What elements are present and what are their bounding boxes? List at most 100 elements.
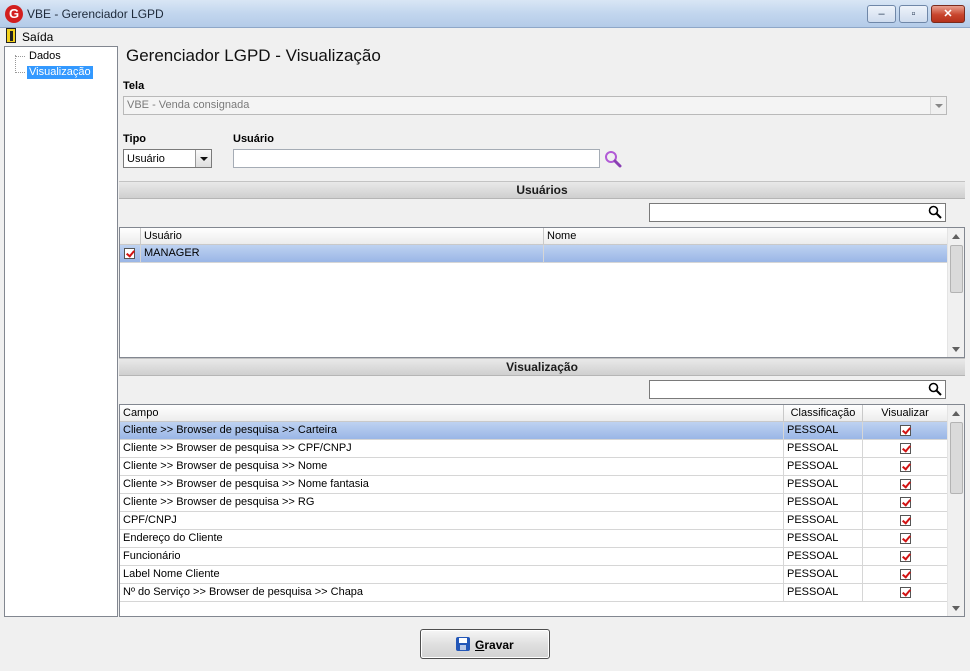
- table-row[interactable]: Cliente >> Browser de pesquisa >> Nome f…: [120, 476, 948, 494]
- table-row[interactable]: Funcionário PESSOAL: [120, 548, 948, 566]
- scroll-thumb[interactable]: [950, 422, 963, 494]
- cell-classificacao: PESSOAL: [784, 512, 863, 530]
- tipo-label: Tipo: [123, 133, 147, 145]
- cell-classificacao: PESSOAL: [784, 584, 863, 602]
- cell-visualizar[interactable]: [863, 458, 948, 476]
- navigation-tree: Dados Visualização: [4, 46, 118, 617]
- menu-exit[interactable]: Saída: [22, 30, 53, 44]
- tree-item-visualizacao[interactable]: Visualização: [27, 66, 93, 79]
- cell-visualizar[interactable]: [863, 476, 948, 494]
- tela-select[interactable]: VBE - Venda consignada: [123, 96, 947, 115]
- cell-campo: CPF/CNPJ: [120, 512, 784, 530]
- tipo-value: Usuário: [127, 153, 165, 165]
- visualizacao-section-header: Visualização: [119, 358, 965, 376]
- cell-usuario: MANAGER: [141, 245, 544, 263]
- visualizar-checkbox[interactable]: [900, 569, 911, 580]
- chevron-down-icon[interactable]: [930, 97, 946, 114]
- usuarios-filter-input[interactable]: [649, 203, 946, 222]
- cell-visualizar[interactable]: [863, 512, 948, 530]
- cell-classificacao: PESSOAL: [784, 440, 863, 458]
- cell-campo: Label Nome Cliente: [120, 566, 784, 584]
- usuario-input[interactable]: [233, 149, 600, 168]
- floppy-disk-icon: [456, 637, 470, 651]
- save-label-rest: ravar: [484, 638, 514, 652]
- grid-header-nome[interactable]: Nome: [544, 228, 948, 245]
- cell-visualizar[interactable]: [863, 530, 948, 548]
- cell-visualizar[interactable]: [863, 548, 948, 566]
- tela-value: VBE - Venda consignada: [127, 99, 250, 111]
- search-icon[interactable]: [928, 382, 942, 396]
- cell-classificacao: PESSOAL: [784, 530, 863, 548]
- tela-label: Tela: [123, 80, 145, 92]
- visualizar-checkbox[interactable]: [900, 551, 911, 562]
- save-button[interactable]: Gravar: [420, 629, 550, 659]
- visualizar-checkbox[interactable]: [900, 479, 911, 490]
- minimize-button[interactable]: –: [867, 5, 896, 23]
- cell-campo: Cliente >> Browser de pesquisa >> Nome f…: [120, 476, 784, 494]
- cell-visualizar[interactable]: [863, 494, 948, 512]
- cell-visualizar[interactable]: [863, 566, 948, 584]
- scroll-down-icon[interactable]: [952, 606, 960, 611]
- grid-header-classificacao[interactable]: Classificação: [784, 405, 863, 422]
- visualizar-checkbox[interactable]: [900, 425, 911, 436]
- window-title: VBE - Gerenciador LGPD: [27, 7, 164, 21]
- grid-header-check: [120, 228, 141, 245]
- visualizacao-filter-input[interactable]: [649, 380, 946, 399]
- exit-door-icon[interactable]: [6, 28, 16, 43]
- page-title: Gerenciador LGPD - Visualização: [126, 46, 381, 65]
- usuario-label: Usuário: [233, 133, 274, 145]
- search-icon[interactable]: [604, 150, 622, 168]
- scroll-down-icon[interactable]: [952, 347, 960, 352]
- table-row[interactable]: CPF/CNPJ PESSOAL: [120, 512, 948, 530]
- visualizar-checkbox[interactable]: [900, 587, 911, 598]
- maximize-button[interactable]: ▫: [899, 5, 928, 23]
- cell-classificacao: PESSOAL: [784, 548, 863, 566]
- grid-header-campo[interactable]: Campo: [120, 405, 784, 422]
- visualizar-checkbox[interactable]: [900, 515, 911, 526]
- row-checkbox-cell[interactable]: [120, 245, 141, 263]
- save-accelerator-letter: G: [475, 638, 485, 652]
- cell-campo: Cliente >> Browser de pesquisa >> Nome: [120, 458, 784, 476]
- table-row[interactable]: Cliente >> Browser de pesquisa >> Cartei…: [120, 422, 948, 440]
- table-row[interactable]: Nº do Serviço >> Browser de pesquisa >> …: [120, 584, 948, 602]
- tree-item-dados[interactable]: Dados: [27, 50, 63, 63]
- cell-visualizar[interactable]: [863, 422, 948, 440]
- tree-connector: [15, 72, 25, 73]
- close-button[interactable]: ✕: [931, 5, 965, 23]
- grid-header-visualizar[interactable]: Visualizar: [863, 405, 948, 422]
- cell-classificacao: PESSOAL: [784, 566, 863, 584]
- vertical-scrollbar[interactable]: [947, 405, 964, 616]
- visualizar-checkbox[interactable]: [900, 533, 911, 544]
- scroll-thumb[interactable]: [950, 245, 963, 293]
- tipo-select[interactable]: Usuário: [123, 149, 212, 168]
- cell-classificacao: PESSOAL: [784, 458, 863, 476]
- vertical-scrollbar[interactable]: [947, 228, 964, 357]
- table-row[interactable]: Cliente >> Browser de pesquisa >> Nome P…: [120, 458, 948, 476]
- search-icon[interactable]: [928, 205, 942, 219]
- cell-classificacao: PESSOAL: [784, 422, 863, 440]
- scroll-up-icon[interactable]: [952, 411, 960, 416]
- grid-header-usuario[interactable]: Usuário: [141, 228, 544, 245]
- cell-campo: Endereço do Cliente: [120, 530, 784, 548]
- table-row[interactable]: Endereço do Cliente PESSOAL: [120, 530, 948, 548]
- visualizar-checkbox[interactable]: [900, 461, 911, 472]
- table-row[interactable]: Cliente >> Browser de pesquisa >> CPF/CN…: [120, 440, 948, 458]
- table-row[interactable]: MANAGER: [120, 245, 948, 263]
- table-row[interactable]: Label Nome Cliente PESSOAL: [120, 566, 948, 584]
- usuarios-grid: Usuário Nome MANAGER: [119, 227, 965, 358]
- cell-visualizar[interactable]: [863, 440, 948, 458]
- table-row[interactable]: Cliente >> Browser de pesquisa >> RG PES…: [120, 494, 948, 512]
- cell-campo: Cliente >> Browser de pesquisa >> Cartei…: [120, 422, 784, 440]
- usuarios-section-header: Usuários: [119, 181, 965, 199]
- tree-connector: [15, 56, 25, 57]
- checkbox[interactable]: [124, 248, 135, 259]
- chevron-down-icon[interactable]: [195, 150, 211, 167]
- cell-classificacao: PESSOAL: [784, 476, 863, 494]
- visualizar-checkbox[interactable]: [900, 443, 911, 454]
- cell-classificacao: PESSOAL: [784, 494, 863, 512]
- cell-campo: Cliente >> Browser de pesquisa >> RG: [120, 494, 784, 512]
- cell-visualizar[interactable]: [863, 584, 948, 602]
- scroll-up-icon[interactable]: [952, 234, 960, 239]
- save-button-label: Gravar: [475, 638, 514, 652]
- visualizar-checkbox[interactable]: [900, 497, 911, 508]
